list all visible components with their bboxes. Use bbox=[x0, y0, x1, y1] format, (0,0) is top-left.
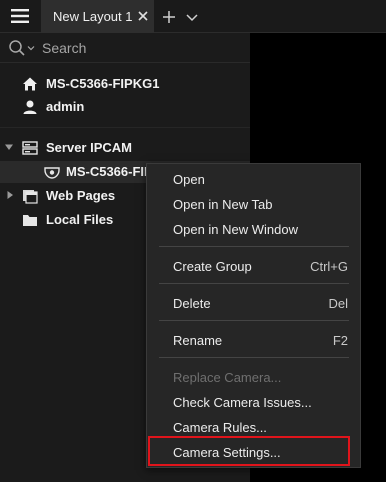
chevron-down-icon[interactable] bbox=[27, 44, 35, 52]
user-icon bbox=[23, 100, 37, 114]
menu-item-camera-rules[interactable]: Camera Rules... bbox=[147, 415, 360, 439]
menu-item-open-new-tab[interactable]: Open in New Tab bbox=[147, 192, 360, 216]
system-name: MS-C5366-FIPKG1 bbox=[46, 76, 160, 91]
expand-arrow-icon[interactable] bbox=[5, 190, 15, 200]
menu-item-check-camera-issues[interactable]: Check Camera Issues... bbox=[147, 390, 360, 414]
tree-item-server[interactable]: Server IPCAM bbox=[0, 137, 250, 159]
menu-item-create-group[interactable]: Create Group Ctrl+G bbox=[147, 254, 360, 278]
menu-item-replace-camera: Replace Camera... bbox=[173, 370, 282, 385]
search-bar bbox=[0, 33, 250, 63]
main-menu-button[interactable] bbox=[0, 0, 40, 32]
menu-item-rename[interactable]: Rename F2 bbox=[147, 328, 360, 352]
camera-name: MS-C5366-FIP bbox=[66, 164, 153, 179]
menu-separator bbox=[159, 357, 349, 358]
server-name: Server IPCAM bbox=[46, 140, 132, 155]
camera-icon bbox=[44, 167, 60, 179]
tab-new-layout[interactable]: New Layout 1 bbox=[41, 0, 154, 33]
user-name: admin bbox=[46, 99, 85, 114]
menu-item-open-new-window[interactable]: Open in New Window bbox=[147, 217, 360, 241]
menu-item-camera-settings[interactable]: Camera Settings... bbox=[147, 440, 360, 464]
menu-separator bbox=[159, 320, 349, 321]
menu-item-delete[interactable]: Delete Del bbox=[147, 291, 360, 315]
web-pages-icon bbox=[23, 190, 38, 204]
context-menu: Open Open in New Tab Open in New Window … bbox=[146, 163, 361, 468]
menu-item-open[interactable]: Open bbox=[147, 167, 360, 191]
menu-separator bbox=[159, 246, 349, 247]
folder-icon bbox=[23, 215, 37, 226]
web-pages-label: Web Pages bbox=[46, 188, 116, 203]
menu-separator bbox=[159, 283, 349, 284]
tree-item-system[interactable]: MS-C5366-FIPKG1 bbox=[0, 73, 250, 95]
chevron-down-icon[interactable] bbox=[184, 9, 200, 25]
search-icon[interactable] bbox=[8, 39, 26, 57]
close-icon[interactable] bbox=[137, 10, 149, 22]
tree-divider bbox=[0, 127, 250, 128]
plus-icon[interactable] bbox=[160, 8, 178, 26]
top-bar: New Layout 1 bbox=[0, 0, 386, 33]
collapse-arrow-icon[interactable] bbox=[4, 142, 14, 152]
search-input[interactable] bbox=[42, 37, 242, 59]
local-files-label: Local Files bbox=[46, 212, 114, 227]
tree-item-user[interactable]: admin bbox=[0, 96, 250, 118]
tab-label: New Layout 1 bbox=[53, 9, 133, 24]
hamburger-menu-icon bbox=[11, 9, 29, 23]
server-icon bbox=[22, 141, 38, 155]
home-icon bbox=[23, 77, 37, 91]
